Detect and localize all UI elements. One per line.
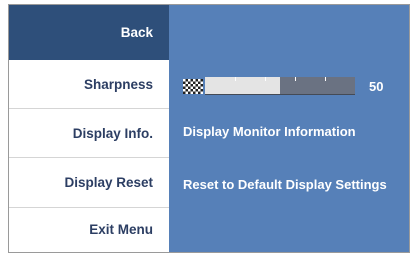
slider-tick — [295, 77, 296, 81]
menu-list: Back Sharpness Display Info. Display Res… — [9, 5, 169, 252]
menu-item-back[interactable]: Back — [9, 5, 169, 60]
settings-panel: 50 Display Monitor Information Reset to … — [169, 5, 409, 252]
slider-tick — [235, 77, 236, 81]
checkerboard-icon — [183, 79, 203, 94]
sharpness-slider-fill — [205, 77, 280, 94]
slider-tick — [325, 77, 326, 81]
menu-item-display-info[interactable]: Display Info. — [9, 109, 169, 158]
slider-tick — [265, 77, 266, 81]
menu-item-exit-menu[interactable]: Exit Menu — [9, 208, 169, 252]
display-info-text: Display Monitor Information — [183, 124, 356, 139]
menu-item-display-reset[interactable]: Display Reset — [9, 158, 169, 208]
menu-item-sharpness[interactable]: Sharpness — [9, 60, 169, 109]
sharpness-value: 50 — [369, 79, 384, 94]
osd-menu: Back Sharpness Display Info. Display Res… — [8, 4, 410, 253]
display-reset-text[interactable]: Reset to Default Display Settings — [183, 177, 387, 192]
sharpness-slider[interactable] — [205, 77, 355, 95]
